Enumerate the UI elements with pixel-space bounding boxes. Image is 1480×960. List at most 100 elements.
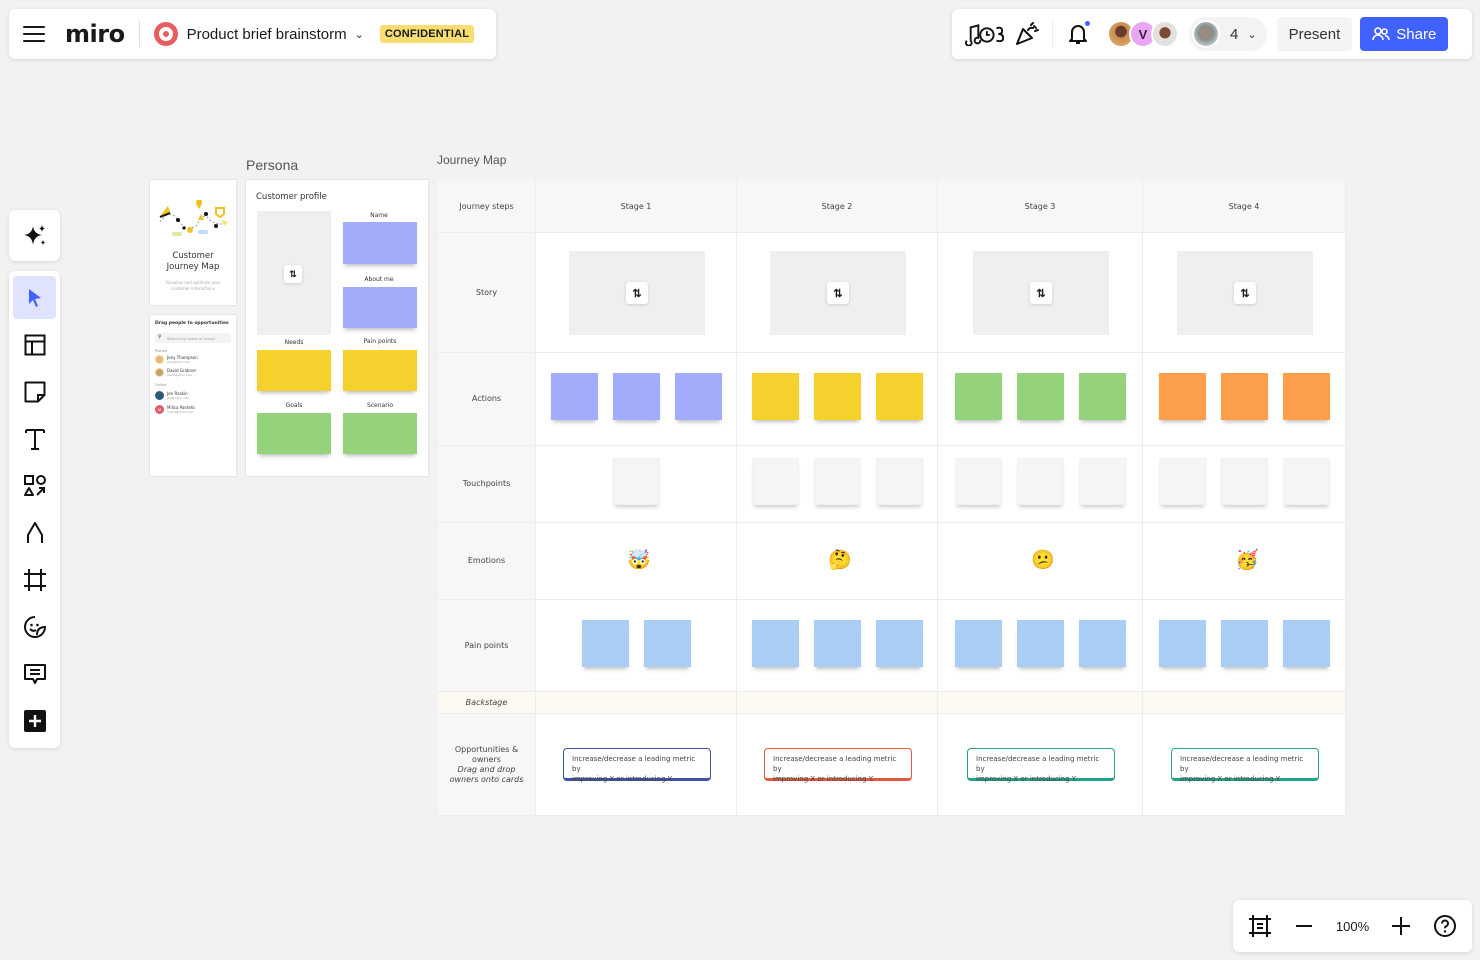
action-sticky[interactable] xyxy=(551,373,598,420)
help-button[interactable] xyxy=(1432,913,1458,939)
text-tool[interactable] xyxy=(13,417,56,460)
pain-point-sticky[interactable] xyxy=(752,620,799,667)
action-sticky[interactable] xyxy=(1283,373,1330,420)
swap-image-icon[interactable]: ⇅ xyxy=(284,265,302,283)
swap-image-icon[interactable]: ⇅ xyxy=(1030,282,1052,304)
music-timer-icon[interactable] xyxy=(964,17,1006,51)
shapes-tool[interactable] xyxy=(13,464,56,507)
scenario-sticky[interactable] xyxy=(343,413,417,454)
action-sticky[interactable] xyxy=(675,373,722,420)
emotion-emoji[interactable]: 😕 xyxy=(1031,551,1055,570)
pain-points-sticky[interactable] xyxy=(343,350,417,391)
pen-tool[interactable] xyxy=(13,511,56,554)
ai-assist-button[interactable] xyxy=(9,210,60,261)
sticky-note-tool[interactable] xyxy=(13,370,56,413)
zoom-out-button[interactable] xyxy=(1291,913,1317,939)
frame-title-journey-map[interactable]: Journey Map xyxy=(437,153,506,167)
action-sticky[interactable] xyxy=(876,373,923,420)
touchpoint-sticky[interactable] xyxy=(752,458,799,505)
stage-header[interactable]: Stage 2 xyxy=(737,180,938,233)
templates-tool[interactable] xyxy=(13,323,56,366)
emotion-emoji[interactable]: 🥳 xyxy=(1235,551,1259,570)
comment-tool[interactable] xyxy=(13,652,56,695)
swap-image-icon[interactable]: ⇅ xyxy=(1234,282,1256,304)
action-sticky[interactable] xyxy=(955,373,1002,420)
touchpoint-sticky[interactable] xyxy=(1283,458,1330,505)
action-sticky[interactable] xyxy=(1017,373,1064,420)
creation-toolbar xyxy=(9,271,60,748)
cover-card[interactable]: Customer Journey Map Visualize and optim… xyxy=(150,180,236,305)
cover-title-line2: Journey Map xyxy=(166,262,220,272)
customer-profile-card: Customer profile ⇅ Name About me Needs P… xyxy=(246,180,428,476)
fit-frame-button[interactable] xyxy=(1247,913,1273,939)
swap-image-icon[interactable]: ⇅ xyxy=(827,282,849,304)
touchpoint-sticky[interactable] xyxy=(613,458,660,505)
action-sticky[interactable] xyxy=(1159,373,1206,420)
pain-point-sticky[interactable] xyxy=(1159,620,1206,667)
online-avatars[interactable]: V xyxy=(1107,20,1179,48)
pain-point-sticky[interactable] xyxy=(1221,620,1268,667)
touchpoint-sticky[interactable] xyxy=(1017,458,1064,505)
touchpoint-sticky[interactable] xyxy=(814,458,861,505)
pain-point-sticky[interactable] xyxy=(876,620,923,667)
action-sticky[interactable] xyxy=(752,373,799,420)
opportunity-card[interactable]: Increase/decrease a leading metric by imp… xyxy=(563,748,711,783)
touchpoint-sticky[interactable] xyxy=(1221,458,1268,505)
pen-icon xyxy=(26,521,43,543)
row-label-opportunities: Opportunities & owners Drag and drop own… xyxy=(438,714,536,816)
zoom-in-button[interactable] xyxy=(1388,913,1414,939)
stage-header[interactable]: Stage 4 xyxy=(1143,180,1346,233)
board-title[interactable]: Product brief brainstorm xyxy=(187,26,347,43)
action-sticky[interactable] xyxy=(814,373,861,420)
miro-logo[interactable]: miro xyxy=(65,20,125,48)
emotion-emoji[interactable]: 🤔 xyxy=(828,551,852,570)
needs-label: Needs xyxy=(284,339,304,346)
chevron-down-icon[interactable]: ⌄ xyxy=(355,28,364,41)
present-button[interactable]: Present xyxy=(1276,17,1353,51)
touchpoint-sticky[interactable] xyxy=(1159,458,1206,505)
target-icon xyxy=(153,22,178,46)
pain-point-sticky[interactable] xyxy=(814,620,861,667)
emotion-emoji[interactable]: 🤯 xyxy=(627,551,651,570)
stage-header[interactable]: Stage 1 xyxy=(536,180,737,233)
menu-icon[interactable] xyxy=(23,26,45,42)
pain-point-sticky[interactable] xyxy=(955,620,1002,667)
opportunity-card[interactable]: Increase/decrease a leading metric by imp… xyxy=(764,748,912,784)
pain-point-sticky[interactable] xyxy=(582,620,629,667)
celebrate-icon[interactable] xyxy=(1006,17,1048,51)
pain-point-sticky[interactable] xyxy=(1079,620,1126,667)
sparkle-icon xyxy=(23,224,45,245)
opportunity-card[interactable]: Increase/decrease a leading metric by imp… xyxy=(1171,748,1319,783)
opportunity-text-line2: improving X or introducing Y. xyxy=(773,775,874,784)
opp-hint-line2: owners onto cards xyxy=(449,774,524,784)
opportunity-card[interactable]: Increase/decrease a leading metric by imp… xyxy=(967,748,1115,783)
share-button[interactable]: Share xyxy=(1360,17,1449,51)
action-sticky[interactable] xyxy=(1221,373,1268,420)
opp-hint-line1: Drag and drop xyxy=(457,764,516,774)
pain-point-sticky[interactable] xyxy=(644,620,691,667)
notifications-bell-icon[interactable] xyxy=(1057,17,1099,51)
needs-sticky[interactable] xyxy=(257,350,331,391)
touchpoint-sticky[interactable] xyxy=(955,458,1002,505)
select-tool[interactable] xyxy=(13,276,56,319)
action-sticky[interactable] xyxy=(613,373,660,420)
pain-point-sticky[interactable] xyxy=(1017,620,1064,667)
avatar[interactable] xyxy=(1151,20,1179,48)
pain-point-sticky[interactable] xyxy=(1283,620,1330,667)
goals-sticky[interactable] xyxy=(257,413,331,454)
zoom-level[interactable]: 100% xyxy=(1336,919,1369,934)
touchpoint-sticky[interactable] xyxy=(876,458,923,505)
swap-image-icon[interactable]: ⇅ xyxy=(626,282,648,304)
action-sticky[interactable] xyxy=(1079,373,1126,420)
stickers-tool[interactable] xyxy=(13,605,56,648)
people-search-input[interactable]: ⚲ Search by name or email xyxy=(155,333,231,343)
collaborators-button[interactable]: 4 ⌄ xyxy=(1189,17,1267,51)
confidential-badge: CONFIDENTIAL xyxy=(379,25,475,43)
about-me-sticky[interactable] xyxy=(343,287,417,328)
frame-tool[interactable] xyxy=(13,558,56,601)
stage-header[interactable]: Stage 3 xyxy=(938,180,1143,233)
frame-title-persona[interactable]: Persona xyxy=(246,157,298,173)
touchpoint-sticky[interactable] xyxy=(1079,458,1126,505)
more-tools-button[interactable] xyxy=(13,699,56,742)
name-sticky[interactable] xyxy=(343,222,417,264)
